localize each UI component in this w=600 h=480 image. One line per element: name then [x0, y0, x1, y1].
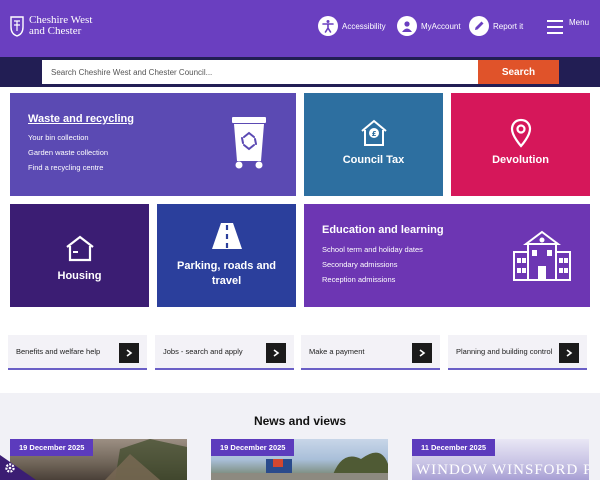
garden-waste-link[interactable]: Garden waste collection: [28, 145, 108, 160]
quick-link-label: Planning and building control: [456, 346, 553, 356]
waste-sublinks: Your bin collection Garden waste collect…: [28, 130, 108, 175]
news-section: News and views 19 December 2025 19 Decem…: [0, 393, 600, 480]
accessibility-link[interactable]: Accessibility: [318, 16, 386, 36]
quick-link-payment[interactable]: Make a payment: [301, 335, 440, 370]
tile-education-learning: Education and learning School term and h…: [304, 204, 590, 307]
road-icon: [211, 222, 242, 249]
secondary-admissions-link[interactable]: Secondary admissions: [322, 257, 423, 272]
user-icon: [397, 16, 417, 36]
tile-parking-roads-travel[interactable]: Parking, roads and travel: [157, 204, 296, 307]
tile-waste-recycling: Waste and recycling Your bin collection …: [10, 93, 296, 196]
tile-council-tax[interactable]: £ Council Tax: [304, 93, 443, 196]
news-image-text: WINDOW WINSFORD PRESI: [416, 462, 589, 478]
bin-collection-link[interactable]: Your bin collection: [28, 130, 108, 145]
news-card[interactable]: 11 December 2025 WINDOW WINSFORD PRESI: [412, 439, 589, 480]
myaccount-label: MyAccount: [421, 21, 461, 31]
report-it-label: Report it: [493, 21, 524, 31]
menu-label: Menu: [569, 17, 590, 27]
accessibility-icon: [318, 16, 338, 36]
education-title-link[interactable]: Education and learning: [322, 224, 444, 236]
search-button[interactable]: Search: [478, 60, 559, 84]
parking-title: Parking, roads and travel: [176, 259, 277, 287]
crest-icon: [10, 16, 24, 37]
tile-housing[interactable]: Housing: [10, 204, 149, 307]
hamburger-icon: [547, 20, 563, 34]
quick-link-label: Jobs - search and apply: [163, 346, 243, 356]
quick-link-jobs[interactable]: Jobs - search and apply: [155, 335, 294, 370]
wheelie-bin-icon: [232, 117, 266, 169]
housing-title: Housing: [57, 269, 102, 282]
search-band: Search Cheshire West and Chester Council…: [0, 57, 600, 87]
logo-line2: and Chester: [29, 25, 82, 37]
news-heading: News and views: [253, 414, 347, 428]
reception-admissions-link[interactable]: Reception admissions: [322, 272, 423, 287]
logo-text: Cheshire West and Chester: [29, 15, 92, 37]
news-image: [105, 439, 187, 480]
news-date-badge: 11 December 2025: [412, 439, 496, 456]
site-header: Cheshire West and Chester Accessibility …: [0, 0, 600, 57]
chevron-right-icon: [412, 343, 432, 363]
news-image: [211, 452, 388, 480]
tile-devolution[interactable]: Devolution: [451, 93, 590, 196]
search-input[interactable]: Search Cheshire West and Chester Council…: [42, 60, 478, 84]
council-tax-title: Council Tax: [342, 153, 405, 166]
chevron-right-icon: [119, 343, 139, 363]
pencil-icon: [469, 16, 489, 36]
myaccount-link[interactable]: MyAccount: [397, 16, 461, 36]
quick-link-label: Make a payment: [309, 346, 365, 356]
quick-link-benefits[interactable]: Benefits and welfare help: [8, 335, 147, 370]
report-it-link[interactable]: Report it: [469, 16, 523, 36]
school-building-icon: [513, 230, 571, 281]
quick-link-planning[interactable]: Planning and building control: [448, 335, 587, 370]
chevron-right-icon: [559, 343, 579, 363]
recycling-centre-link[interactable]: Find a recycling centre: [28, 160, 108, 175]
house-icon: [65, 235, 94, 261]
term-dates-link[interactable]: School term and holiday dates: [322, 242, 423, 257]
news-card[interactable]: 19 December 2025: [10, 439, 187, 480]
location-pin-icon: [510, 118, 531, 148]
menu-button[interactable]: Menu: [547, 17, 590, 34]
news-card[interactable]: 19 December 2025: [211, 439, 388, 480]
chevron-right-icon: [266, 343, 286, 363]
house-pound-icon: £: [360, 119, 387, 146]
quick-link-label: Benefits and welfare help: [16, 346, 101, 356]
waste-title-link[interactable]: Waste and recycling: [28, 113, 134, 125]
gear-icon[interactable]: [4, 462, 16, 474]
svg-text:£: £: [371, 130, 376, 138]
site-logo[interactable]: Cheshire West and Chester: [9, 15, 92, 37]
accessibility-label: Accessibility: [342, 21, 386, 31]
devolution-title: Devolution: [492, 153, 549, 166]
education-sublinks: School term and holiday dates Secondary …: [322, 242, 423, 287]
